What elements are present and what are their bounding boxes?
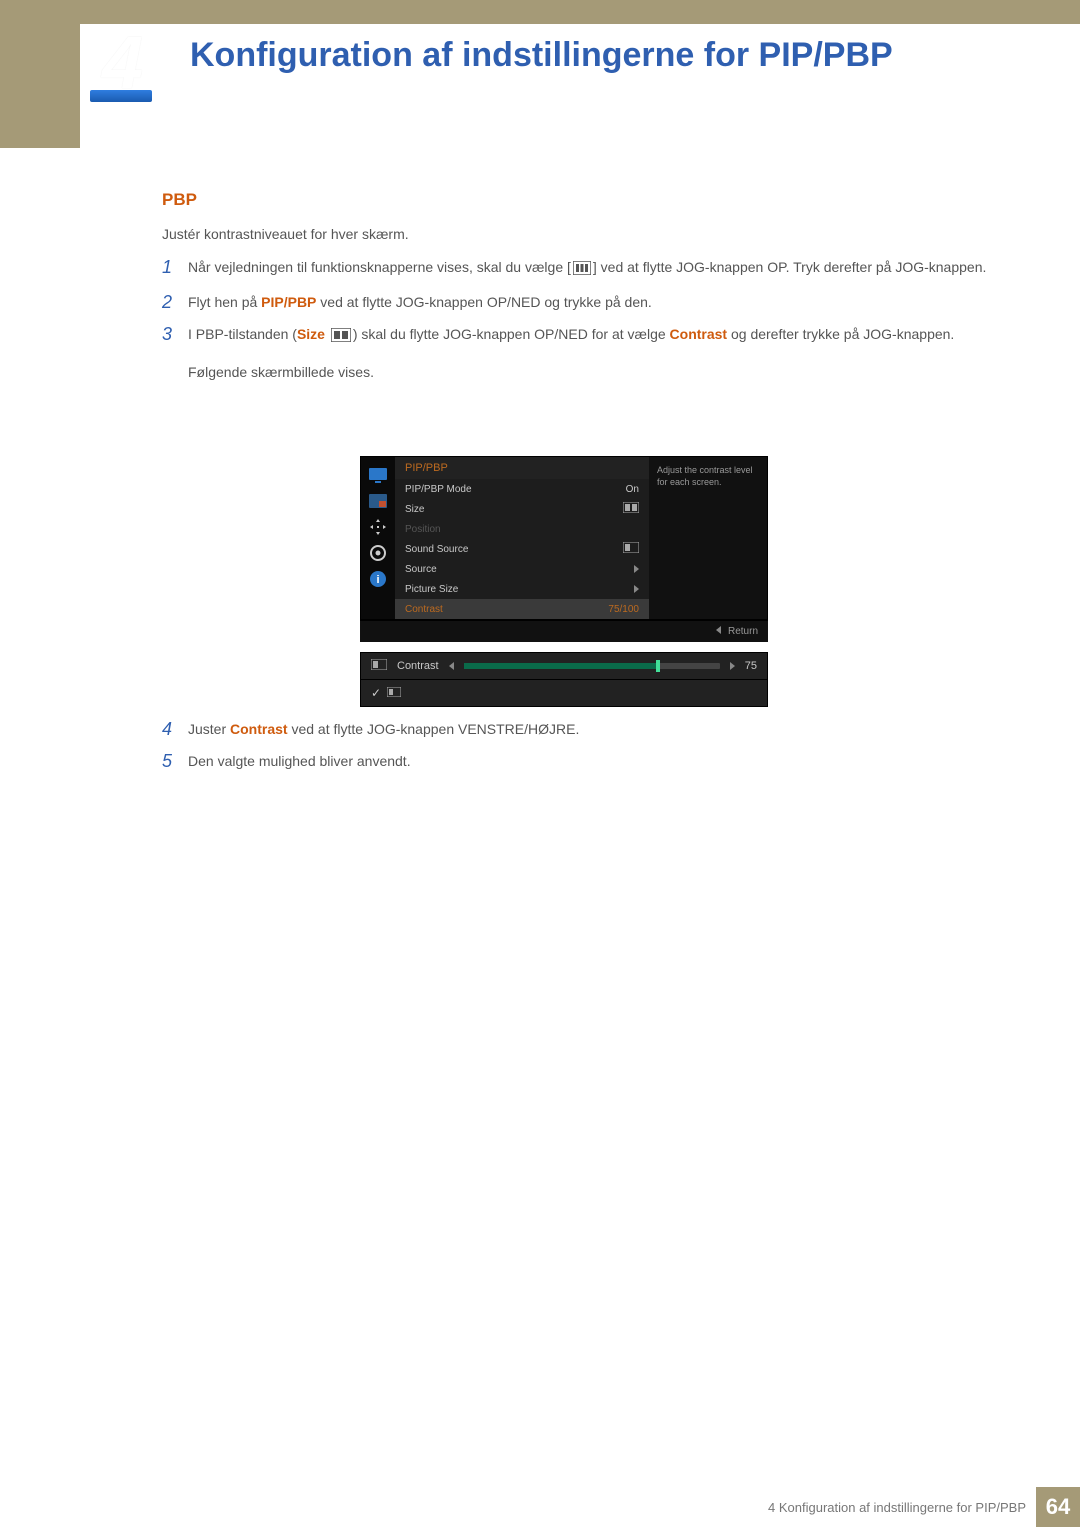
step-number: 2 [162, 291, 188, 315]
step-number: 3 [162, 323, 188, 386]
osd-help: Adjust the contrast level for each scree… [649, 457, 767, 619]
steps-after: 4 Juster Contrast ved at flytte JOG-knap… [162, 718, 990, 782]
left-tan-bar [0, 0, 80, 148]
pbp-split-icon [623, 502, 639, 516]
step-text: Når vejledningen til funktionsknapperne … [188, 256, 986, 283]
monitor-icon [367, 465, 389, 485]
intro-text: Justér kontrastniveauet for hver skærm. [162, 226, 409, 242]
step-text: Juster Contrast ved at flytte JOG-knappe… [188, 718, 579, 742]
osd-row-mode: PIP/PBP Mode On [395, 479, 649, 499]
arrow-right-icon [634, 565, 639, 573]
box-left-icon [371, 659, 387, 673]
steps-list: 1 Når vejledningen til funktionsknappern… [162, 256, 990, 393]
slider-value: 75 [745, 660, 757, 672]
step-text: I PBP-tilstanden (Size ) skal du flytte … [188, 323, 954, 386]
osd-panel: i PIP/PBP PIP/PBP Mode On Size Position … [360, 456, 768, 620]
osd-row-size: Size [395, 499, 649, 519]
footer-page-number: 64 [1036, 1487, 1080, 1527]
pbp-split-icon [331, 326, 351, 350]
arrow-right-icon [634, 585, 639, 593]
page-title: Konfiguration af indstillingerne for PIP… [190, 36, 893, 75]
osd-screenshot: i PIP/PBP PIP/PBP Mode On Size Position … [360, 456, 768, 707]
osd-row-picsize: Picture Size [395, 579, 649, 599]
osd-return-bar: Return [360, 620, 768, 642]
menu-grid-icon [573, 259, 591, 283]
arrow-right-icon [730, 662, 735, 670]
move-icon [367, 517, 389, 537]
box-left-icon [623, 542, 639, 556]
slider-label: Contrast [397, 660, 439, 672]
gear-icon [367, 543, 389, 563]
highlight: Contrast [670, 326, 728, 342]
osd-main: PIP/PBP PIP/PBP Mode On Size Position So… [395, 457, 649, 619]
page-footer: 4 Konfiguration af indstillingerne for P… [0, 1487, 1080, 1527]
slider-track [464, 663, 720, 669]
check-icon: ✓ [371, 686, 381, 700]
step-3: 3 I PBP-tilstanden (Size ) skal du flytt… [162, 323, 990, 386]
step-4: 4 Juster Contrast ved at flytte JOG-knap… [162, 718, 990, 742]
osd-row-sound: Sound Source [395, 539, 649, 559]
step-number: 4 [162, 718, 188, 742]
osd-title: PIP/PBP [395, 457, 649, 479]
chapter-underline [90, 90, 152, 102]
step-5: 5 Den valgte mulighed bliver anvendt. [162, 750, 990, 774]
osd-row-contrast: Contrast 75/100 [395, 599, 649, 619]
step-1: 1 Når vejledningen til funktionsknappern… [162, 256, 990, 283]
arrow-left-icon [716, 626, 721, 634]
osd-row-position: Position [395, 519, 649, 539]
footer-text: 4 Konfiguration af indstillingerne for P… [768, 1500, 1026, 1515]
highlight: Contrast [230, 721, 288, 737]
highlight: PIP/PBP [261, 294, 316, 310]
step-2: 2 Flyt hen på PIP/PBP ved at flytte JOG-… [162, 291, 990, 315]
box-icon [387, 684, 401, 702]
slider-panel: Contrast 75 ✓ [360, 652, 768, 707]
osd-row-source: Source [395, 559, 649, 579]
section-heading: PBP [162, 190, 197, 210]
step-text: Flyt hen på PIP/PBP ved at flytte JOG-kn… [188, 291, 652, 315]
step-number: 1 [162, 256, 188, 283]
highlight: Size [297, 326, 325, 342]
step-text: Den valgte mulighed bliver anvendt. [188, 750, 411, 774]
step-followup: Følgende skærmbillede vises. [188, 361, 954, 385]
slider-handle [656, 660, 660, 672]
slider-bottom: ✓ [361, 679, 767, 706]
pip-icon [367, 491, 389, 511]
slider-row: Contrast 75 [361, 653, 767, 679]
top-tan-bar [80, 0, 1080, 24]
osd-sidebar: i [361, 457, 395, 619]
svg-text:i: i [376, 574, 379, 586]
slider-fill [464, 663, 656, 669]
arrow-left-icon [449, 662, 454, 670]
step-number: 5 [162, 750, 188, 774]
info-icon: i [367, 569, 389, 589]
